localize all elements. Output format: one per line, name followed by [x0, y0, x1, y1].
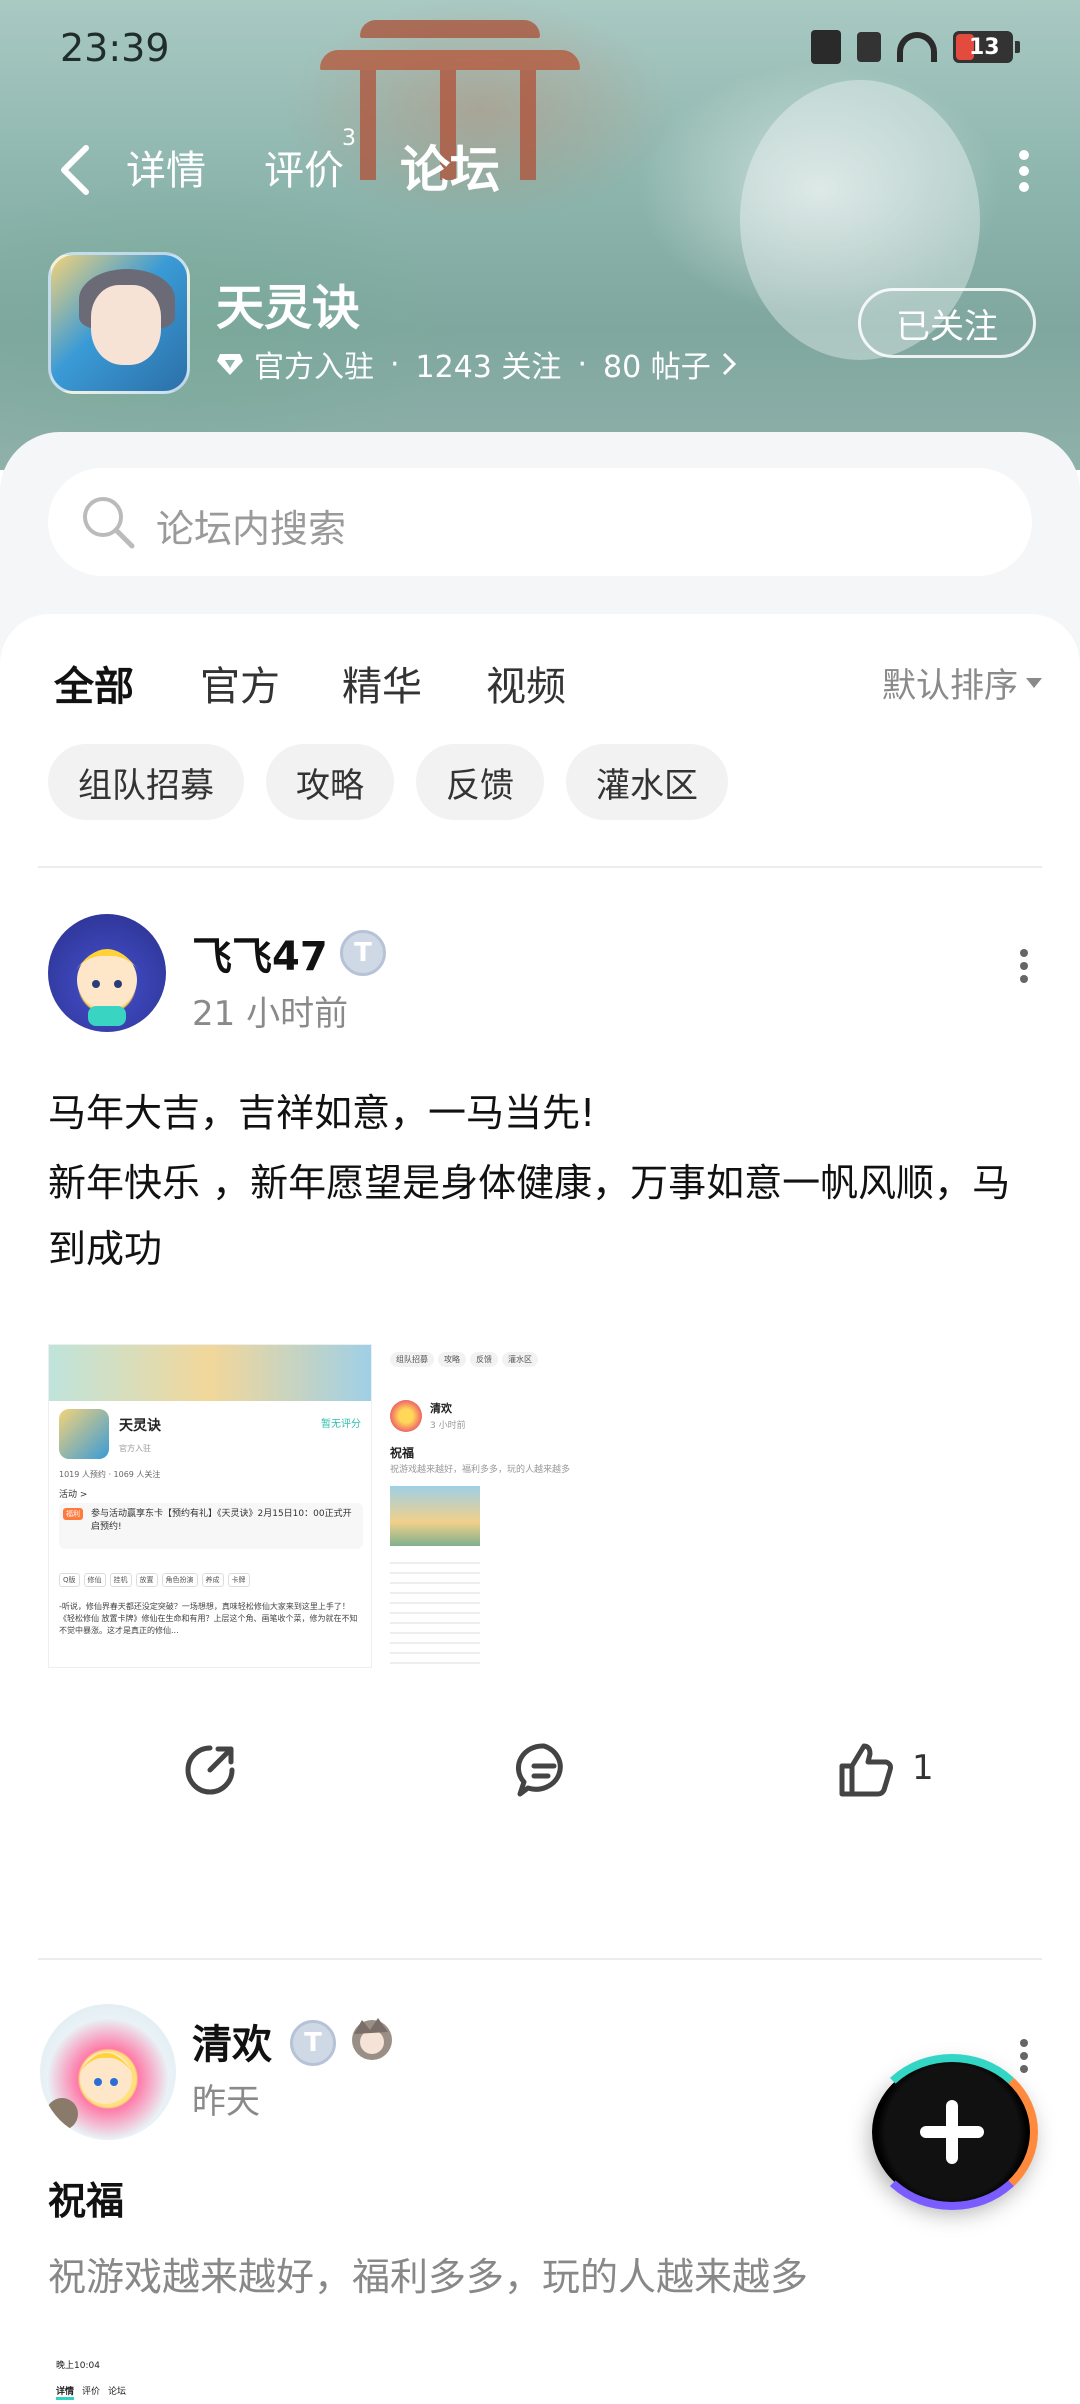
- game-info: 天灵诀 官方入驻 · 1243 关注 · 80 帖子 已关注: [48, 252, 1038, 402]
- plus-icon-vertical: [946, 2100, 958, 2164]
- posts-count: 80 帖子: [602, 350, 711, 385]
- caret-down-icon: [1026, 677, 1042, 688]
- wifi-icon: [897, 32, 937, 62]
- filter-tab-all[interactable]: 全部: [54, 654, 134, 714]
- thumb-verified: 官方入驻: [119, 1444, 151, 1453]
- thumb-tag: 挂机: [109, 1573, 132, 1587]
- mute-icon: [811, 30, 841, 64]
- thumb-tab: 评价: [82, 2387, 101, 2397]
- post-time: 昨天: [192, 2082, 260, 2122]
- like-icon[interactable]: [836, 1740, 896, 1800]
- comment-icon[interactable]: [514, 1740, 574, 1800]
- thumb-activity: 活动 >: [59, 1490, 88, 1500]
- post-body: 新年快乐 ，新年愿望是身体健康，万事如意一帆风顺，马到成功: [48, 1161, 1011, 1271]
- post-actions: 1: [0, 1740, 1080, 1820]
- search-icon: [83, 497, 135, 549]
- tab-forum[interactable]: 论坛: [400, 130, 500, 202]
- thumb-game-title: 天灵诀: [119, 1418, 161, 1434]
- divider: [38, 866, 1042, 868]
- thumb-chip: 攻略: [438, 1352, 466, 1367]
- chevron-right-icon: [722, 352, 736, 376]
- chip-guides[interactable]: 攻略: [266, 744, 394, 820]
- thumb-author: 清欢: [430, 1402, 452, 1415]
- thumb-event-tag: 福利: [63, 1508, 83, 1520]
- more-menu-icon[interactable]: [1004, 144, 1044, 194]
- meta-separator: ·: [577, 346, 587, 382]
- post-image[interactable]: 天灵诀 暂无评分 官方入驻 1019 人预约 · 1069 人关注 活动 > 福…: [48, 1344, 372, 1668]
- category-chips: 组队招募 攻略 反馈 灌水区: [48, 744, 728, 820]
- post-author[interactable]: 清欢: [192, 2012, 272, 2070]
- thumb-tag: 修仙: [83, 1573, 106, 1587]
- battery-level: 13: [969, 34, 1000, 60]
- back-arrow-icon[interactable]: [52, 142, 102, 198]
- search-placeholder: 论坛内搜索: [156, 507, 347, 551]
- meta-separator: ·: [390, 346, 400, 382]
- follow-button[interactable]: 已关注: [858, 288, 1036, 358]
- notification-off-icon: [857, 32, 881, 62]
- thumb-excerpt: -听说，修仙界春天都还没定突破？一场想想，真味轻松修仙大家来到这里上手了！《轻松…: [59, 1602, 358, 1635]
- new-post-button[interactable]: [866, 2054, 1038, 2210]
- chip-chat[interactable]: 灌水区: [566, 744, 728, 820]
- post-image[interactable]: 晚上10:04 详情 评价 论坛: [48, 2354, 342, 2404]
- thumb-tag: 角色扮演: [161, 1573, 198, 1587]
- thumb-tab: 详情: [56, 2384, 75, 2400]
- thumb-time: 晚上10:04: [56, 2361, 100, 2371]
- post-time: 21 小时前: [192, 994, 349, 1034]
- chip-team-recruit[interactable]: 组队招募: [48, 744, 244, 820]
- verified-diamond-icon: [217, 354, 243, 375]
- share-icon[interactable]: [180, 1740, 240, 1800]
- avatar[interactable]: [48, 914, 166, 1032]
- filter-tab-video[interactable]: 视频: [486, 654, 566, 712]
- thumb-title: 祝福: [390, 1446, 415, 1460]
- thumb-chip: 反馈: [470, 1352, 498, 1367]
- thumb-chip: 灌水区: [502, 1352, 538, 1367]
- thumb-event-text: 参与活动赢享东卡【预约有礼】《天灵诀》2月15日10：00正式开启预约!: [91, 1509, 352, 1532]
- filter-tab-official[interactable]: 官方: [200, 654, 280, 712]
- thumb-tag: 放置: [135, 1573, 158, 1587]
- thumb-time: 3 小时前: [430, 1421, 466, 1431]
- divider: [38, 1958, 1042, 1960]
- game-title: 天灵诀: [216, 280, 361, 336]
- post-more-icon[interactable]: [1014, 2034, 1034, 2084]
- verified-label: 官方入驻: [254, 350, 374, 385]
- followers-count: 1243 关注: [415, 350, 562, 385]
- thumb-tag: 养成: [201, 1573, 224, 1587]
- post-more-icon[interactable]: [1014, 944, 1034, 994]
- thumb-chip: 组队招募: [390, 1352, 434, 1367]
- status-time: 23:39: [60, 26, 170, 70]
- post-title: 马年大吉，吉祥如意，一马当先!: [48, 1091, 596, 1135]
- sort-dropdown[interactable]: 默认排序: [882, 658, 1042, 707]
- like-count: 1: [912, 1748, 934, 1788]
- tab-reviews[interactable]: 评价: [264, 138, 344, 196]
- reviews-count-badge: 3: [342, 126, 356, 151]
- battery-icon: 13: [953, 31, 1020, 63]
- user-level-badge-icon: T: [340, 930, 386, 976]
- top-nav: 详情 评价 3 论坛: [0, 126, 1080, 210]
- game-icon[interactable]: [48, 252, 190, 394]
- tab-details[interactable]: 详情: [126, 138, 206, 196]
- forum-header-banner: 23:39 13 详情 评价 3 论坛 天灵诀 官方入驻 · 1243 关注 ·…: [0, 0, 1080, 470]
- user-avatar-frame-icon: [352, 2018, 392, 2060]
- thumb-stats: 1019 人预约 · 1069 人关注: [59, 1470, 161, 1479]
- status-bar: 23:39 13: [0, 22, 1080, 78]
- thumb-tag: Q版: [59, 1573, 80, 1587]
- thumb-tab: 论坛: [108, 2387, 127, 2397]
- sort-label: 默认排序: [882, 666, 1018, 706]
- filter-tab-featured[interactable]: 精华: [342, 654, 422, 712]
- game-meta[interactable]: 官方入驻 · 1243 关注 · 80 帖子: [216, 342, 737, 386]
- thumb-tag: 卡牌: [227, 1573, 250, 1587]
- user-level-badge-icon: T: [290, 2020, 336, 2066]
- avatar[interactable]: [40, 2004, 176, 2140]
- thumb-rating: 暂无评分: [321, 1419, 361, 1430]
- chip-feedback[interactable]: 反馈: [416, 744, 544, 820]
- post-body: 祝游戏越来越好，福利多多，玩的人越来越多: [48, 2255, 809, 2299]
- post-author[interactable]: 飞飞47: [192, 924, 328, 982]
- post-title: 祝福: [48, 2179, 125, 2223]
- thumb-body: 祝游戏越来越好，福利多多，玩的人越来越多: [390, 1465, 571, 1475]
- forum-search-input[interactable]: 论坛内搜索: [48, 468, 1032, 576]
- post-image[interactable]: 组队招募 攻略 反馈 灌水区 清欢 3 小时前 祝福 祝游戏越来越好，福利多多，…: [386, 1344, 690, 1668]
